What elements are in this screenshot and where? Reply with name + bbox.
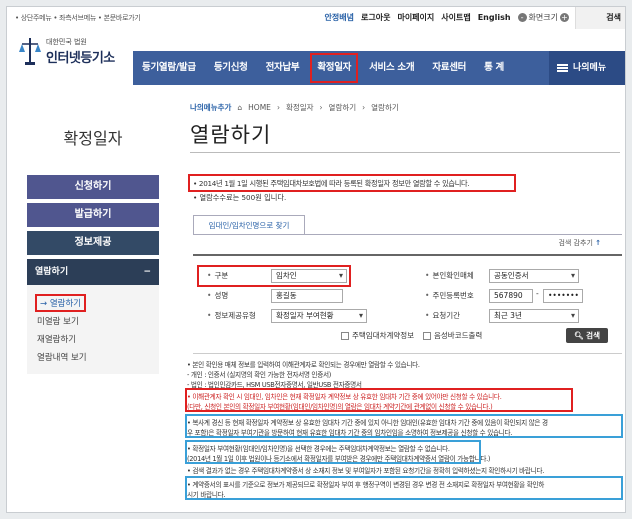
breadcrumb-separator-icon: › (362, 103, 366, 112)
zoom-in-icon[interactable]: + (560, 13, 569, 22)
logo-text: 대한민국 법원 인터넷등기소 (46, 37, 115, 66)
fee-note: • 열람수수료는 500원 입니다. (193, 193, 287, 202)
utility-links: 안정배념 로그아웃 마이페이지 사이트맵 English - 화면크기 + (325, 12, 569, 23)
mypage-link[interactable]: 마이페이지 (397, 12, 434, 23)
logout-link[interactable]: 로그아웃 (361, 12, 390, 23)
breadcrumb-level-2[interactable]: 열람하기 (329, 102, 357, 113)
info-type-select[interactable]: 확정일자 부여현황 (271, 309, 367, 323)
rrn-label: 주민등록번호 (425, 289, 473, 303)
search-form: 구분 임차인 본인확인매체 공동인증서 성명 홍길동 주민등록번호 567890… (193, 254, 622, 354)
breadcrumb-home[interactable]: HOME (248, 103, 271, 112)
search-button-label: 검색 (586, 331, 600, 340)
name-input[interactable]: 홍길동 (271, 289, 343, 303)
sidebar-group-title: 열람하기 (35, 267, 69, 277)
court-emblem-icon (19, 36, 41, 66)
top-search-button[interactable]: 검색 (575, 7, 625, 29)
rrn-front-input[interactable]: 567890 (489, 289, 533, 303)
sidebar: 신청하기 발급하기 정보제공 열람하기 − → 열람하기 미열람 보기 재열람하… (27, 175, 159, 374)
note-highlight-red (185, 388, 573, 412)
utility-link-accessibility[interactable]: 안정배념 (325, 12, 354, 23)
breadcrumb-separator-icon: › (319, 103, 323, 112)
barcode-label: 음성바코드출력 (434, 331, 483, 340)
barcode-checkbox[interactable]: 음성바코드출력 (423, 330, 482, 341)
gnb-item-e-payment[interactable]: 전자납부 (257, 51, 309, 85)
hide-search-toggle[interactable]: 검색 감추기 ↑ (558, 238, 601, 248)
sidebar-item-info[interactable]: 정보제공 (27, 231, 159, 255)
contract-info-label: 주택임대차계약정보 (352, 331, 415, 340)
class-highlight (197, 265, 351, 287)
checkbox-icon (341, 331, 349, 340)
page-title: 열람하기 (190, 123, 272, 147)
sidebar-group-view: 열람하기 − → 열람하기 미열람 보기 재열람하기 열람내역 보기 (27, 259, 159, 374)
sidebar-group-header[interactable]: 열람하기 − (27, 259, 159, 285)
notice-highlight: • 2014년 1월 1일 시행된 주택임대차보호법에 따라 등록된 확정일자 … (188, 174, 516, 192)
collapse-icon[interactable]: − (143, 259, 151, 285)
page-frame: • 상단주메뉴 • 좌측서브메뉴 • 본문바로가기 안정배념 로그아웃 마이페이… (6, 6, 626, 513)
logo-title: 인터넷등기소 (46, 50, 115, 66)
my-menu-button[interactable]: 나의메뉴 (549, 51, 625, 85)
search-button[interactable]: 🔍︎ 검색 (566, 328, 608, 343)
logo-subtitle: 대한민국 법원 (46, 37, 87, 46)
title-divider (190, 152, 620, 153)
gnb-item-fixed-date[interactable]: 확정일자 (308, 51, 360, 85)
gnb-item-registry-view[interactable]: 등기열람/발급 (133, 51, 205, 85)
section-title: 확정일자 (63, 129, 123, 148)
zoom-out-icon[interactable]: - (517, 13, 527, 22)
zoom-label: 화면크기 (528, 13, 558, 22)
note-highlight-blue (185, 476, 623, 500)
name-label: 성명 (207, 289, 228, 303)
sidebar-subitem-view[interactable]: → 열람하기 (35, 294, 87, 312)
english-link[interactable]: English (478, 13, 511, 22)
idtype-select[interactable]: 공동인증서 (489, 269, 579, 283)
note-line: • 본인 확인용 매체 정보를 입력하여 이해관계자로 확인되는 경우에만 열람… (187, 361, 420, 369)
global-navigation: 등기열람/발급 등기신청 전자납부 확정일자 서비스 소개 자료센터 통 계 나… (133, 51, 625, 85)
breadcrumb-current: 열람하기 (371, 103, 399, 112)
contract-info-checkbox[interactable]: 주택임대차계약정보 (341, 330, 414, 341)
sidebar-item-apply[interactable]: 신청하기 (27, 175, 159, 199)
checkbox-icon (423, 331, 431, 340)
arrow-up-icon: ↑ (595, 239, 601, 247)
breadcrumb-separator-icon: › (276, 103, 280, 112)
utility-bar: • 상단주메뉴 • 좌측서브메뉴 • 본문바로가기 안정배념 로그아웃 마이페이… (7, 7, 625, 29)
period-select[interactable]: 최근 3년 (489, 309, 579, 323)
sidebar-subitem-history[interactable]: 열람내역 보기 (27, 348, 159, 366)
sitemap-link[interactable]: 사이트맵 (441, 12, 470, 23)
breadcrumb-level-1[interactable]: 확정일자 (286, 102, 314, 113)
zoom-control: - 화면크기 + (517, 12, 569, 23)
idtype-label: 본인확인매체 (425, 269, 473, 283)
sidebar-subitem-review[interactable]: 재열람하기 (27, 330, 159, 348)
rrn-dash: - (536, 289, 539, 298)
info-type-label: 정보제공유형 (207, 309, 255, 323)
note-line: • 검색 결과가 없는 경우 주택임대차계약증서 상 소재지 정보 및 부여일자… (187, 467, 545, 475)
home-icon[interactable]: ⌂ (237, 103, 242, 112)
gnb-item-resources[interactable]: 자료센터 (423, 51, 475, 85)
site-logo[interactable]: 대한민국 법원 인터넷등기소 (19, 36, 115, 66)
add-favorite-button[interactable]: 나의메뉴추가 (190, 102, 231, 113)
sidebar-subitem-unviewed[interactable]: 미열람 보기 (27, 312, 159, 330)
rrn-back-input[interactable]: ••••••• (543, 289, 583, 303)
period-label: 요청기간 (425, 309, 460, 323)
search-icon: 🔍︎ (574, 331, 584, 340)
tab-underline (193, 234, 622, 235)
gnb-item-registry-apply[interactable]: 등기신청 (205, 51, 257, 85)
note-line: - 개인 : 인증서 (실지명의 확인 가능한 전자서명 인증서) (187, 371, 332, 379)
skip-links[interactable]: • 상단주메뉴 • 좌측서브메뉴 • 본문바로가기 (15, 13, 141, 23)
tab-search-by-name[interactable]: 임대인/임차인명으로 찾기 (193, 215, 305, 235)
sidebar-item-issue[interactable]: 발급하기 (27, 203, 159, 227)
hide-search-label: 검색 감추기 (558, 239, 593, 247)
note-highlight-blue (185, 414, 623, 438)
gnb-item-statistics[interactable]: 통 계 (475, 51, 513, 85)
gnb-item-service-intro[interactable]: 서비스 소개 (360, 51, 423, 85)
note-highlight-blue (185, 440, 481, 464)
breadcrumb: 나의메뉴추가 ⌂ HOME › 확정일자 › 열람하기 › 열람하기 (190, 102, 399, 113)
